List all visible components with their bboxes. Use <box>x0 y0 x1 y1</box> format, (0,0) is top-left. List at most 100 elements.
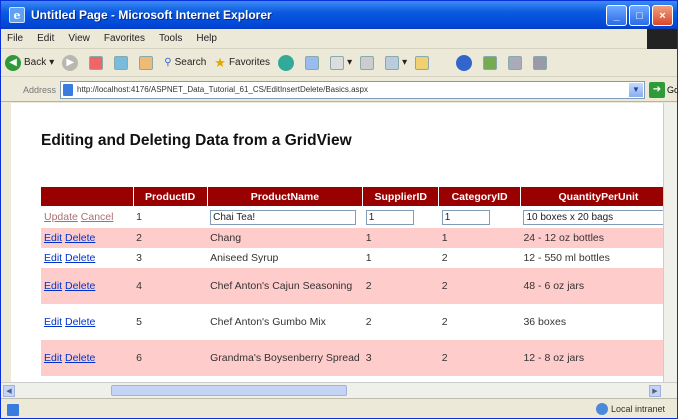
menu-tools[interactable]: Tools <box>159 33 182 44</box>
page-icon <box>63 83 74 96</box>
browser-window: e Untitled Page - Microsoft Internet Exp… <box>0 0 678 419</box>
quantity-cell: 48 - 6 oz jars <box>520 268 663 304</box>
research-button[interactable] <box>456 54 475 71</box>
edit-link[interactable]: Edit <box>44 252 62 264</box>
folder-icon <box>415 55 430 70</box>
horizontal-scrollbar[interactable]: ◀ ▶ <box>1 382 677 398</box>
windows-logo <box>647 29 677 49</box>
table-row: Edit Delete 2 Chang 1 1 24 - 12 oz bottl… <box>41 228 663 248</box>
menu-file[interactable]: File <box>7 33 23 44</box>
edit-link[interactable]: Edit <box>44 280 62 292</box>
supplierid-input[interactable]: 1 <box>365 209 414 225</box>
categoryid-cell: 1 <box>439 206 521 228</box>
title-bar: e Untitled Page - Microsoft Internet Exp… <box>1 1 677 29</box>
forward-button[interactable]: ▶ <box>62 54 81 71</box>
edit-page-button[interactable]: ▾ <box>385 55 407 70</box>
delete-link[interactable]: Delete <box>65 316 95 328</box>
media-button[interactable] <box>278 54 297 71</box>
search-button[interactable]: ⚲ Search <box>164 57 206 68</box>
close-button[interactable]: × <box>652 5 673 26</box>
back-arrow-icon: ◀ <box>5 54 21 71</box>
print-button[interactable] <box>360 55 377 70</box>
favorites-button[interactable]: ★ Favorites <box>214 55 270 71</box>
tools-button[interactable] <box>533 55 550 70</box>
folder-button[interactable] <box>415 55 432 70</box>
ie-icon: e <box>9 7 25 23</box>
chevron-down-icon: ▾ <box>49 57 55 68</box>
menu-bar: File Edit View Favorites Tools Help <box>1 29 677 49</box>
menu-help[interactable]: Help <box>196 33 217 44</box>
go-button[interactable]: ➔ Go <box>648 81 677 98</box>
maximize-button[interactable]: □ <box>629 5 650 26</box>
table-row: Edit Delete 6 Grandma's Boysenberry Spre… <box>41 340 663 376</box>
scrollbar-thumb[interactable] <box>111 385 347 396</box>
productid-cell: 6 <box>133 340 208 376</box>
delete-link[interactable]: Delete <box>65 352 95 364</box>
page-content: Editing and Deleting Data from a GridVie… <box>11 103 663 382</box>
messenger-icon <box>483 55 498 70</box>
column-header-commands <box>41 187 134 206</box>
back-button[interactable]: ◀ Back ▾ <box>5 54 55 71</box>
column-header-productid: ProductID <box>133 187 208 206</box>
table-row: Edit Delete 3 Aniseed Syrup 1 2 12 - 550… <box>41 248 663 268</box>
products-gridview: ProductID ProductName SupplierID Categor… <box>41 187 663 376</box>
address-bar: Address http://localhost:4176/ASPNET_Dat… <box>1 78 677 102</box>
categoryid-cell: 2 <box>438 340 521 376</box>
productname-input[interactable]: Chai Tea! <box>210 209 357 225</box>
scroll-left-icon[interactable]: ◀ <box>3 385 15 397</box>
command-cell: Update Cancel <box>41 206 133 228</box>
productid-cell: 4 <box>133 268 208 304</box>
productname-cell: Chef Anton's Cajun Seasoning <box>207 268 363 304</box>
command-cell: Edit Delete <box>41 268 134 304</box>
quantity-cell: 36 boxes <box>523 316 567 328</box>
address-field[interactable]: http://localhost:4176/ASPNET_Data_Tutori… <box>60 80 645 99</box>
search-label: Search <box>174 57 207 68</box>
quantity-input[interactable]: 10 boxes x 20 bags <box>523 209 663 225</box>
minimize-button[interactable]: _ <box>606 5 627 26</box>
edit-link[interactable]: Edit <box>44 352 62 364</box>
page-icon <box>7 403 19 416</box>
status-bar: Local intranet <box>1 398 677 418</box>
home-button[interactable] <box>139 55 156 70</box>
delete-link[interactable]: Delete <box>65 252 95 264</box>
media-icon <box>278 54 295 71</box>
zone-label: Local intranet <box>610 404 665 414</box>
delete-link[interactable]: Delete <box>65 280 95 292</box>
menu-edit[interactable]: Edit <box>37 33 54 44</box>
messenger-button[interactable] <box>483 55 500 70</box>
discuss-button[interactable] <box>508 55 525 70</box>
forward-arrow-icon: ▶ <box>62 54 79 71</box>
history-button[interactable] <box>305 55 322 70</box>
window-title: Untitled Page - Microsoft Internet Explo… <box>31 8 272 22</box>
mail-button[interactable]: ▾ <box>330 55 352 70</box>
edit-link[interactable]: Edit <box>44 232 62 244</box>
address-url: http://localhost:4176/ASPNET_Data_Tutori… <box>77 85 368 94</box>
grid-edit-row: Update Cancel 1 Chai Tea! 1 1 10 boxes x… <box>41 206 663 228</box>
star-icon: ★ <box>214 54 226 70</box>
globe-icon <box>595 403 608 415</box>
vertical-scrollbar[interactable] <box>663 103 677 382</box>
productname-cell: Chef Anton's Gumbo Mix <box>210 316 326 328</box>
categoryid-input[interactable]: 1 <box>441 209 490 225</box>
scroll-right-icon[interactable]: ▶ <box>649 385 661 397</box>
column-header-quantityperunit: QuantityPerUnit <box>520 187 663 206</box>
stop-button[interactable] <box>89 55 106 70</box>
supplierid-cell: 1 <box>362 228 439 248</box>
back-label: Back <box>24 57 47 68</box>
productid-cell: 3 <box>136 252 142 264</box>
edit-link[interactable]: Edit <box>44 316 62 328</box>
table-row: Edit Delete 4 Chef Anton's Cajun Seasoni… <box>41 268 663 304</box>
command-cell: Edit Delete <box>41 248 133 268</box>
menu-view[interactable]: View <box>68 33 90 44</box>
categoryid-cell: 2 <box>441 316 448 328</box>
chevron-down-icon[interactable]: ▼ <box>628 82 643 97</box>
delete-link[interactable]: Delete <box>65 232 95 244</box>
command-cell: Edit Delete <box>41 304 133 340</box>
refresh-button[interactable] <box>114 55 131 70</box>
supplierid-cell: 2 <box>362 268 439 304</box>
print-icon <box>360 55 375 70</box>
menu-favorites[interactable]: Favorites <box>104 33 145 44</box>
productid-cell: 2 <box>133 228 208 248</box>
cancel-link[interactable]: Cancel <box>81 211 114 223</box>
update-link[interactable]: Update <box>44 211 78 223</box>
